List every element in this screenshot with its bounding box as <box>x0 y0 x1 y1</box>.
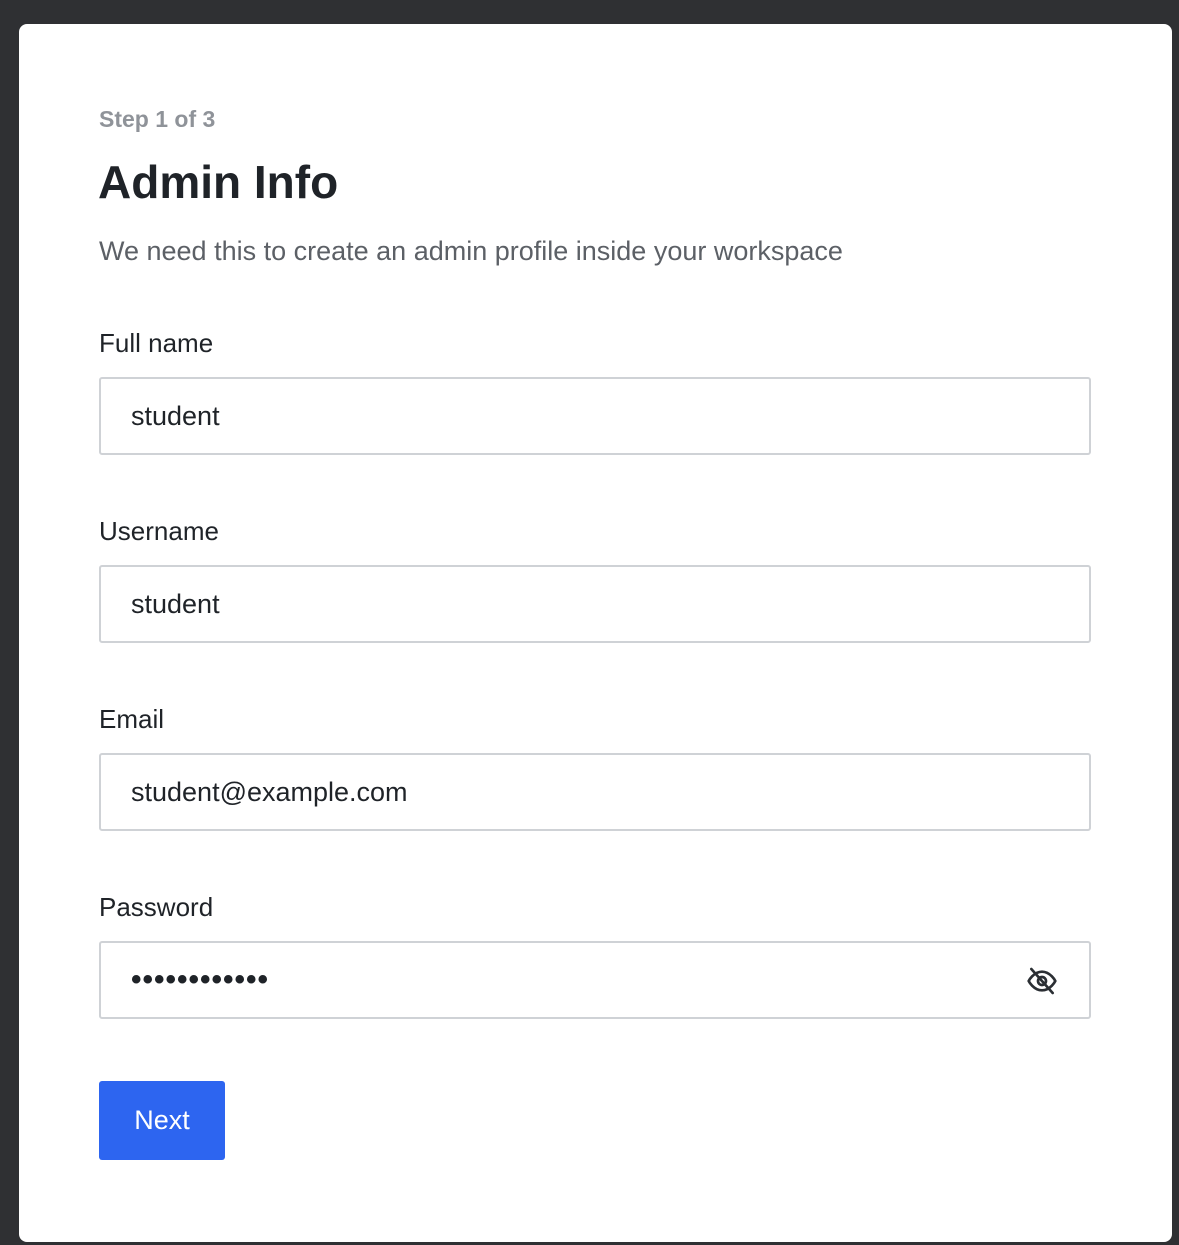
eye-off-icon <box>1027 967 1057 995</box>
full-name-label: Full name <box>99 328 214 358</box>
toggle-password-visibility-button[interactable] <box>1025 965 1059 997</box>
full-name-input[interactable]: student <box>99 377 1091 455</box>
username-input[interactable]: student <box>99 565 1091 643</box>
next-button[interactable]: Next <box>99 1081 225 1160</box>
password-label: Password <box>99 892 214 922</box>
username-label: Username <box>99 516 219 546</box>
password-input[interactable]: •••••••••••• <box>99 941 1091 1019</box>
page-title: Admin Info <box>98 156 339 208</box>
username-value: student <box>131 588 220 619</box>
full-name-value: student <box>131 400 220 431</box>
email-label: Email <box>99 704 165 734</box>
step-indicator: Step 1 of 3 <box>99 106 216 132</box>
page-subtitle: We need this to create an admin profile … <box>99 236 843 266</box>
admin-info-card: Step 1 of 3 Admin Info We need this to c… <box>19 24 1172 1242</box>
email-value: student@example.com <box>131 776 408 807</box>
email-input[interactable]: student@example.com <box>99 753 1091 831</box>
password-masked-value: •••••••••••• <box>131 963 270 996</box>
